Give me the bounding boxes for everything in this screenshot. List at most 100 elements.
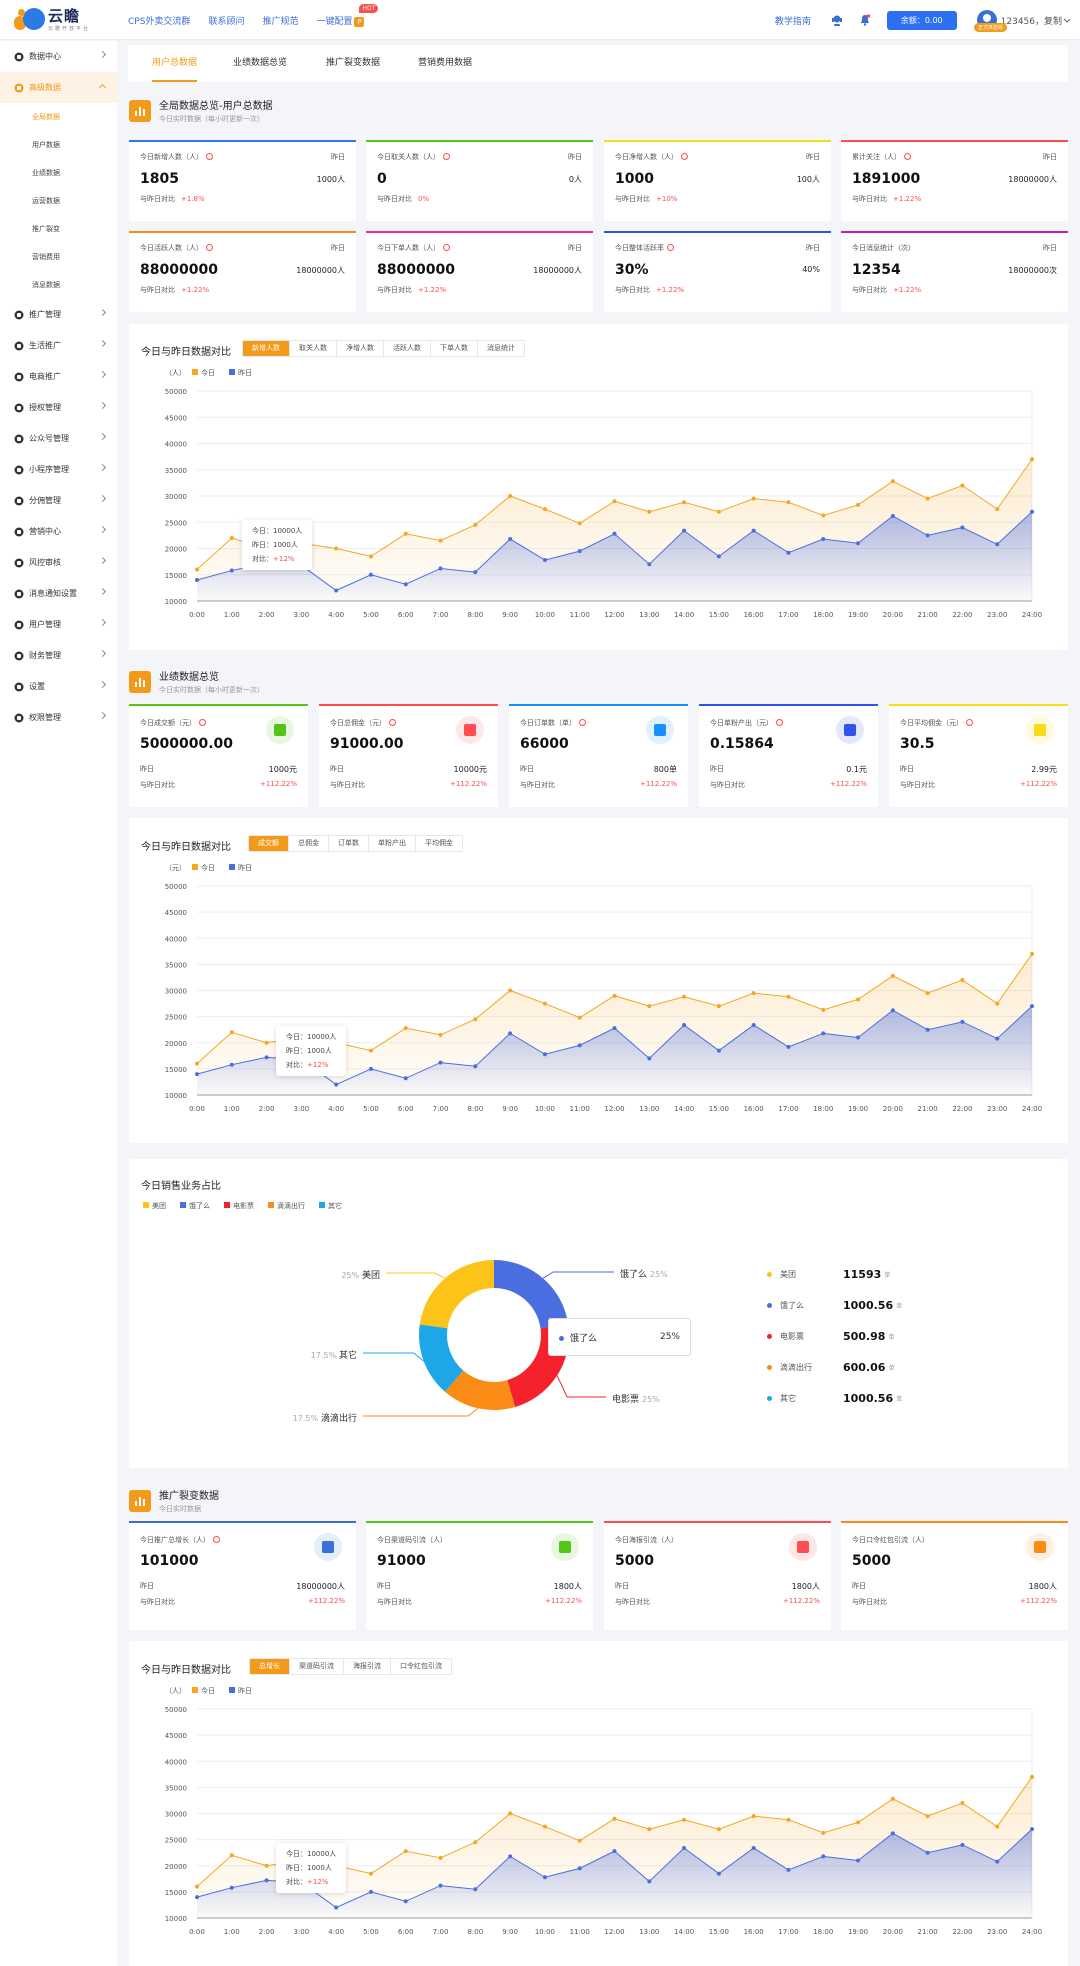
data-point: [995, 1859, 1000, 1864]
pie-row-name: 滴滴出行: [780, 1363, 812, 1372]
area-chart-promotion[interactable]: 10000 15000 20000 25000 30000 35000 40000 45000…: [129, 1641, 1068, 1966]
x-tick-label: 10:00: [535, 1928, 555, 1936]
data-point: [716, 1871, 721, 1876]
stat-value: 5000: [852, 1553, 891, 1569]
yesterday-label: 昨日: [615, 1582, 629, 1590]
data-point: [438, 1883, 443, 1888]
y-tick-label: 40000: [165, 1758, 187, 1766]
pie-row-value: 1000.56: [843, 1392, 894, 1405]
dot-icon: [767, 1396, 772, 1401]
data-point: [1030, 1774, 1034, 1779]
pie-row-value: 1000.56: [843, 1299, 894, 1312]
data-point: [1030, 1827, 1034, 1832]
pie-row-name: 其它: [780, 1394, 796, 1403]
pie-leader-line: [363, 1407, 479, 1417]
qrcode-icon: [551, 1533, 579, 1561]
compare-value: +112.22%: [782, 1597, 820, 1605]
image-icon: [789, 1533, 817, 1561]
pie-label-name: 饿了么: [620, 1270, 648, 1280]
x-tick-label: 24:00: [1022, 1928, 1042, 1936]
x-tick-label: 22:00: [952, 1928, 972, 1936]
yesterday-label: 昨日: [852, 1582, 866, 1590]
data-point: [960, 1801, 965, 1806]
info-icon[interactable]: [213, 1536, 220, 1543]
yesterday-value: 1800人: [1028, 1582, 1057, 1591]
yesterday-value: 1800人: [791, 1582, 820, 1591]
x-tick-label: 14:00: [674, 1928, 694, 1936]
data-point: [995, 1824, 1000, 1829]
stat-value: 5000: [615, 1553, 654, 1569]
x-tick-label: 19:00: [848, 1928, 868, 1936]
section-header-promotion: 推广裂变数据 今日实时数据: [129, 1487, 219, 1514]
chart-tooltip: 今日：10000人 昨日：1000人 对比：+12%: [276, 1843, 347, 1893]
pie-row-unit: 单: [884, 1272, 891, 1279]
pie-row-name: 美团: [780, 1270, 796, 1279]
dot-icon: [767, 1334, 772, 1339]
compare-value: +112.22%: [307, 1597, 345, 1605]
pie-label-pct: 17.5%: [310, 1351, 337, 1360]
data-point: [473, 1887, 478, 1892]
x-tick-label: 2:00: [259, 1928, 275, 1936]
pie-row-name: 饿了么: [780, 1301, 804, 1310]
pie-label: 17.5% 滴滴出行: [237, 1411, 357, 1424]
y-tick-label: 50000: [165, 1706, 187, 1714]
pie-value-row: 饿了么 1000.56 单: [767, 1290, 902, 1321]
data-point: [473, 1840, 478, 1845]
data-point: [682, 1817, 687, 1822]
stat-card-title-text: 今日渠道码引流（人）: [377, 1536, 447, 1544]
stat-value: 101000: [140, 1553, 199, 1569]
data-point: [647, 1879, 652, 1884]
pie-row-value: 500.98: [843, 1330, 886, 1343]
data-point: [612, 1816, 617, 1821]
data-point: [195, 1895, 199, 1900]
yesterday-value: 1800人: [553, 1582, 582, 1591]
data-point: [403, 1899, 408, 1904]
redpacket-icon: [1026, 1533, 1054, 1561]
data-point: [612, 1849, 617, 1854]
pie-leader-line: [363, 1352, 425, 1362]
data-point: [334, 1905, 339, 1910]
data-point: [821, 1854, 826, 1859]
pie-label: 电影票 25%: [612, 1392, 660, 1405]
pie-leader-line: [386, 1272, 446, 1279]
x-tick-label: 13:00: [639, 1928, 659, 1936]
pie-label: 饿了么 25%: [620, 1267, 668, 1280]
tooltip-compare-value: +12%: [307, 1878, 329, 1886]
data-point: [960, 1842, 965, 1847]
y-tick-label: 35000: [165, 1784, 187, 1792]
pie-slice: [419, 1260, 494, 1329]
yesterday-value: 18000000人: [296, 1582, 345, 1591]
pie-row-unit: 单: [888, 1365, 895, 1372]
stat-card-title-text: 今日推广总增长（人）: [140, 1536, 210, 1544]
stat-card-title-text: 今日海报引流（人）: [615, 1536, 678, 1544]
pie-row-value: 600.06: [843, 1361, 886, 1374]
x-tick-label: 5:00: [363, 1928, 379, 1936]
stat-card-title: 今日渠道码引流（人）: [377, 1535, 447, 1545]
compare-label: 与昨日对比: [377, 1598, 412, 1606]
y-tick-label: 45000: [165, 1732, 187, 1740]
y-tick-label: 20000: [165, 1863, 187, 1871]
x-tick-label: 7:00: [433, 1928, 449, 1936]
pie-label-pct: 25%: [341, 1271, 360, 1280]
data-point: [751, 1845, 756, 1850]
data-point: [856, 1820, 861, 1825]
stat-card: 今日渠道码引流（人） 91000 昨日 1800人 与昨日对比 +112.22%: [366, 1521, 593, 1630]
y-tick-label: 15000: [165, 1889, 187, 1897]
data-point: [856, 1858, 861, 1863]
x-tick-label: 17:00: [778, 1928, 798, 1936]
pie-label-name: 其它: [338, 1351, 357, 1361]
yesterday-label: 昨日: [140, 1582, 154, 1590]
data-point: [508, 1811, 513, 1816]
data-point: [716, 1827, 721, 1832]
stat-card-title: 今日推广总增长（人）: [140, 1535, 220, 1545]
stat-value: 91000: [377, 1553, 426, 1569]
tooltip-compare: 对比：+12%: [286, 1875, 336, 1889]
bars-icon: [314, 1533, 342, 1561]
x-tick-label: 23:00: [987, 1928, 1007, 1936]
x-tick-label: 20:00: [883, 1928, 903, 1936]
x-tick-label: 8:00: [467, 1928, 483, 1936]
pie-label-name: 美团: [361, 1271, 380, 1281]
pie-label-pct: 25%: [641, 1395, 660, 1404]
data-point: [264, 1878, 269, 1883]
x-tick-label: 0:00: [189, 1928, 205, 1936]
